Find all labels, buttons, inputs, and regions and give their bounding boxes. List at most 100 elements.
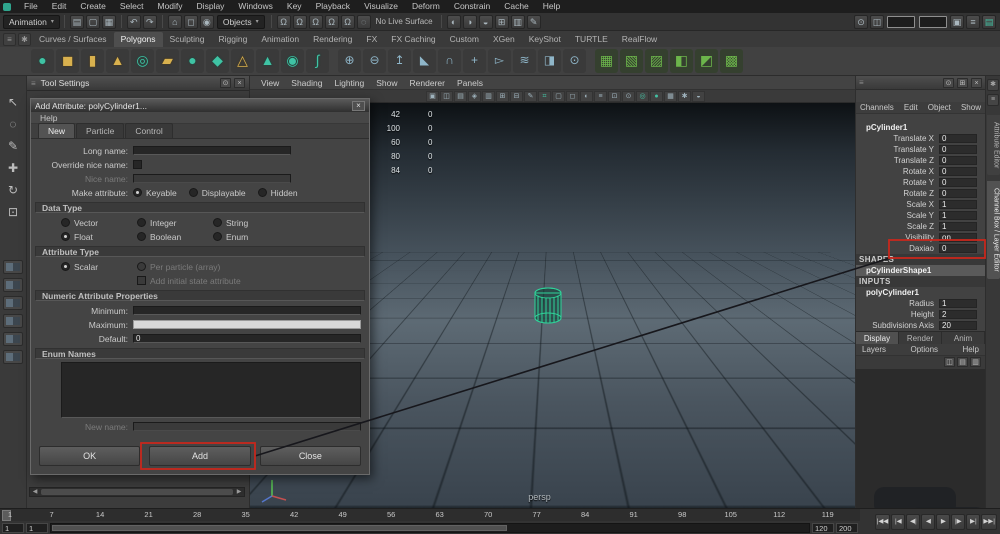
channel-value-field[interactable]: 0 [939,134,977,143]
ipr-render-icon[interactable]: ◒ [478,14,493,29]
vp-menu-renderer[interactable]: Renderer [404,78,451,88]
displayable-radio[interactable] [188,188,198,197]
string-radio[interactable] [213,218,222,227]
integer-radio[interactable] [137,218,146,227]
poly-cube-icon[interactable]: ◼ [56,49,79,73]
vector-radio[interactable] [61,218,70,227]
shelf-tab-keyshot[interactable]: KeyShot [522,32,568,47]
frame-tick-91[interactable]: 91 [630,510,638,519]
shelf-tab-custom[interactable]: Custom [443,32,486,47]
snap-point-icon[interactable]: Ω [308,14,323,29]
redo-icon[interactable]: ↷ [142,14,157,29]
layout-four-pane[interactable] [3,278,23,292]
poly-plane-icon[interactable]: ▰ [156,49,179,73]
channel-row-polycylinder1[interactable]: polyCylinder1 [856,287,985,298]
channel-row-rotate-y[interactable]: Rotate Y 0 [856,177,985,188]
select-object-icon[interactable]: ◻ [183,14,198,29]
layout-persp-graph[interactable] [3,314,23,328]
vp-menu-lighting[interactable]: Lighting [328,78,370,88]
lock-camera-icon[interactable]: ◫ [440,90,453,102]
range-slider-bar[interactable] [52,524,507,531]
channel-value-field[interactable]: 0 [939,167,977,176]
poly-helix-icon[interactable]: ∫ [306,49,329,73]
make-live-icon[interactable]: ◌ [356,14,371,29]
multi-cut-icon[interactable]: + [463,49,486,73]
layout-persp-outliner[interactable] [3,296,23,310]
frame-tick-21[interactable]: 21 [144,510,152,519]
undo-icon[interactable]: ↶ [126,14,141,29]
long-name-field[interactable] [133,146,291,155]
display-layers-icon[interactable]: ▥ [510,14,525,29]
close-icon[interactable]: × [352,100,365,111]
selected-cylinder[interactable] [533,286,563,326]
quick-rename-field[interactable] [919,15,947,28]
cb-close-icon[interactable]: × [971,77,982,88]
two-d-pan-icon[interactable]: ⊞ [496,90,509,102]
lasso-tool[interactable]: ◌ [3,115,24,135]
play-backward-button[interactable]: ◀ [921,513,936,530]
channel-row-rotate-x[interactable]: Rotate X 0 [856,166,985,177]
close-button[interactable]: Close [259,446,361,466]
channel-row-translate-z[interactable]: Translate Z 0 [856,155,985,166]
safe-title-icon[interactable]: ⊙ [622,90,635,102]
enum-radio[interactable] [213,232,222,241]
range-slider-track[interactable] [50,522,810,533]
channel-box-toggle-icon[interactable]: ▤ [982,14,996,29]
quad-draw-icon[interactable]: ▦ [595,49,618,73]
vp-menu-panels[interactable]: Panels [451,78,489,88]
frame-tick-63[interactable]: 63 [435,510,443,519]
channel-row-daxiao[interactable]: Daxiao 0 [856,243,985,254]
xray-icon[interactable]: ◒ [692,90,705,102]
shelf-gear-icon[interactable]: ✱ [18,33,31,46]
frame-tick-42[interactable]: 42 [290,510,298,519]
save-scene-icon[interactable]: ▦ [101,14,116,29]
step-back-frame-button[interactable]: |◀ [891,513,906,530]
greasepencil-icon[interactable]: ✎ [524,90,537,102]
textured-icon[interactable]: ▦ [664,90,677,102]
horizontal-scrollbar[interactable]: ◀ ▶ [29,487,245,497]
layout-hypershade-persp[interactable] [3,332,23,346]
tab-new[interactable]: New [38,123,76,138]
frame-tick-84[interactable]: 84 [581,510,589,519]
shelf-tab-fx-caching[interactable]: FX Caching [384,32,442,47]
scrollbar-thumb[interactable] [41,489,233,495]
menu-constrain[interactable]: Constrain [447,0,497,13]
channel-row-translate-y[interactable]: Translate Y 0 [856,144,985,155]
menu-deform[interactable]: Deform [405,0,447,13]
menu-key[interactable]: Key [280,0,309,13]
bevel-icon[interactable]: ◣ [413,49,436,73]
sidebar-tab-attribute-editor[interactable]: Attribute Editor [986,115,1000,176]
overscan-icon[interactable]: ⊟ [510,90,523,102]
menu-windows[interactable]: Windows [231,0,279,13]
frame-tick-112[interactable]: 112 [773,510,785,519]
channel-value-field[interactable]: 0 [939,244,977,253]
layout-single-pane[interactable] [3,260,23,274]
layer-visibility-icon[interactable]: ◫ [944,357,955,367]
close-icon[interactable]: × [234,78,245,88]
shelf-tab-rendering[interactable]: Rendering [306,32,359,47]
render-current-frame-icon[interactable]: ◑ [462,14,477,29]
cb-menu-edit[interactable]: Edit [904,103,918,112]
soft-select-icon[interactable]: ▨ [645,49,668,73]
tab-control[interactable]: Control [125,123,173,138]
poly-prism-icon[interactable]: ▲ [256,49,279,73]
add-button[interactable]: Add [149,446,251,466]
minimum-field[interactable] [133,306,361,315]
go-to-start-button[interactable]: |◀◀ [874,513,891,530]
frame-tick-105[interactable]: 105 [724,510,737,519]
channel-row-radius[interactable]: Radius 1 [856,298,985,309]
frame-tick-49[interactable]: 49 [338,510,346,519]
le-tab-render[interactable]: Render [899,332,942,344]
channel-row-scale-x[interactable]: Scale X 1 [856,199,985,210]
go-to-end-button[interactable]: ▶▶| [981,513,997,530]
select-component-icon[interactable]: ◉ [199,14,214,29]
channel-row-scale-z[interactable]: Scale Z 1 [856,221,985,232]
gate-mask-icon[interactable]: ◐ [580,90,593,102]
frame-tick-14[interactable]: 14 [96,510,104,519]
menu-create[interactable]: Create [73,0,113,13]
resolution-gate-icon[interactable]: ◻ [566,90,579,102]
shelf-tab-polygons[interactable]: Polygons [113,32,163,47]
boolean-radio[interactable] [137,232,146,241]
select-camera-icon[interactable]: ▣ [426,90,439,102]
boolean-icon[interactable]: ⊙ [563,49,586,73]
